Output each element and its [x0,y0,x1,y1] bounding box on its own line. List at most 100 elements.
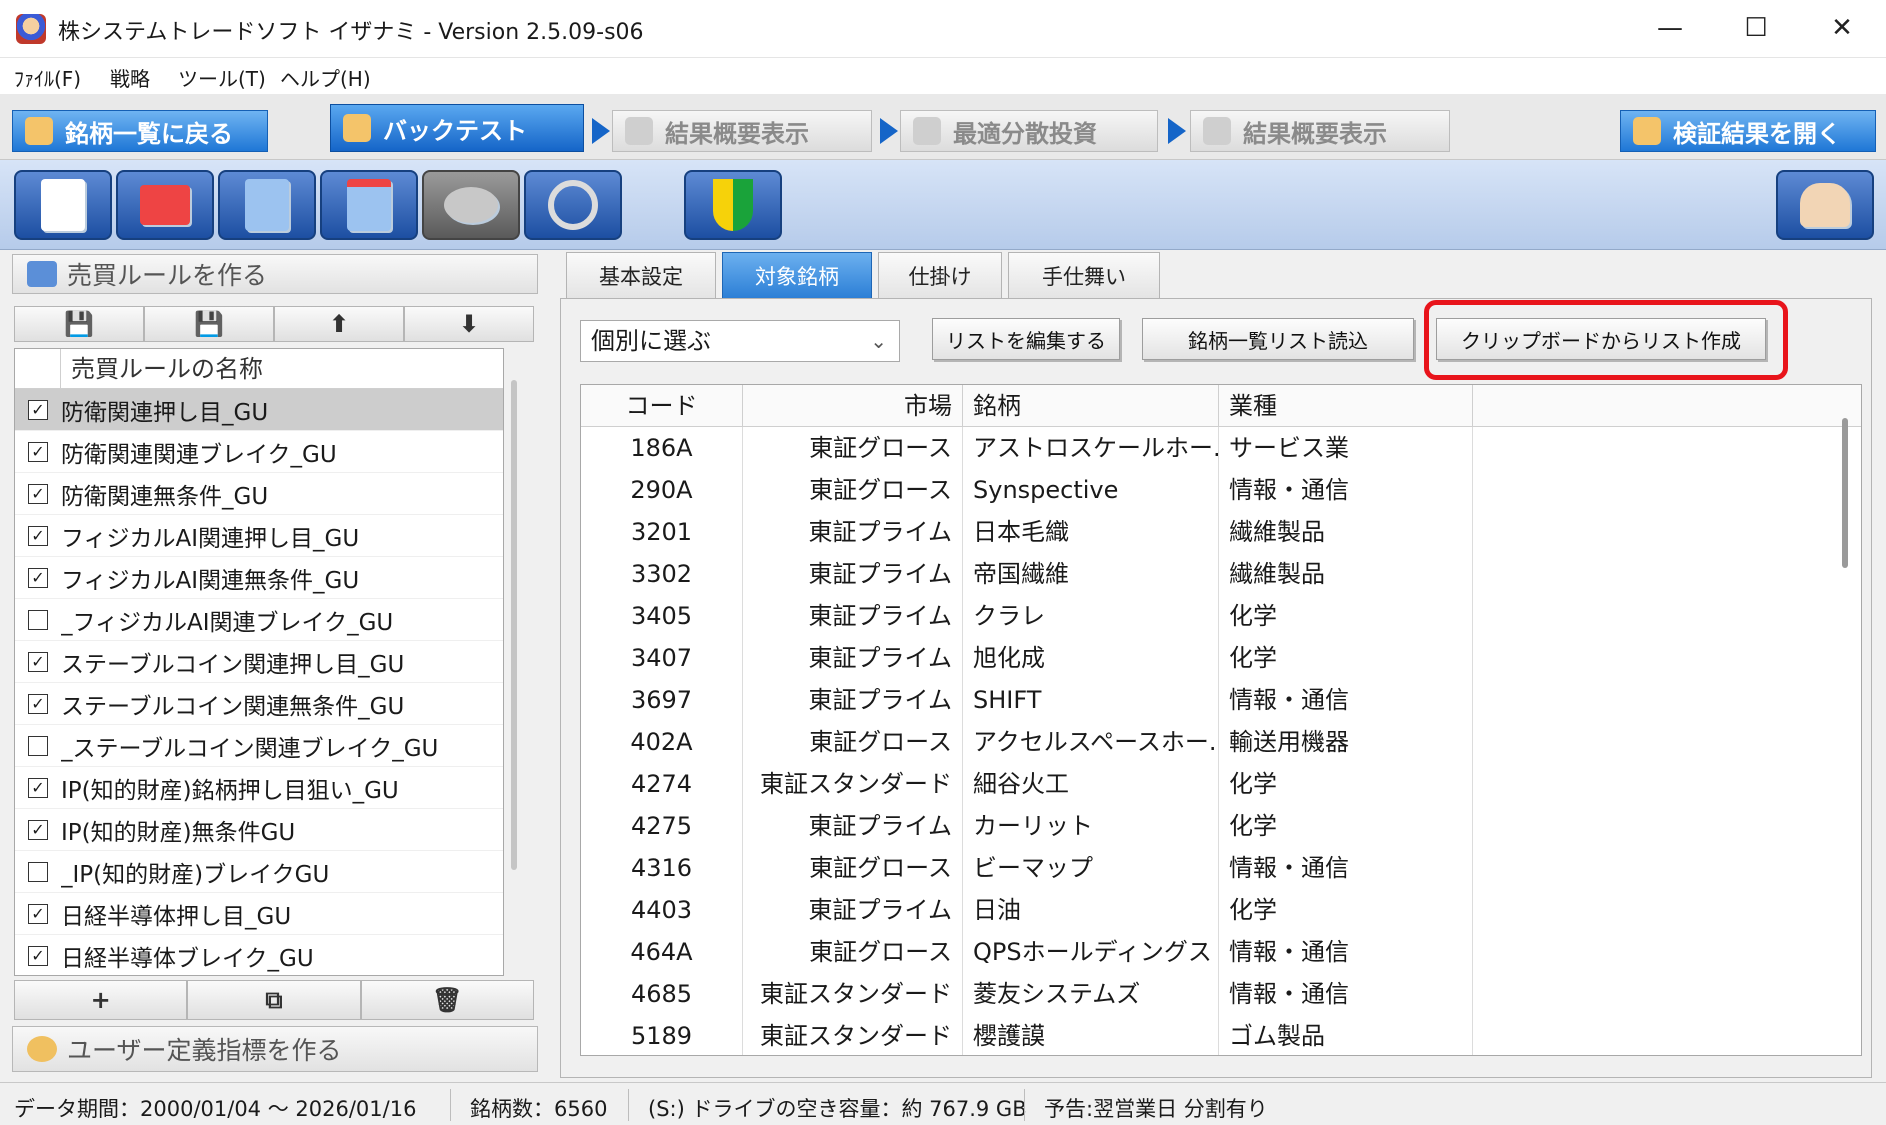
beginner-button[interactable] [684,170,782,240]
rule-checkbox[interactable]: ✓ [28,693,48,714]
save-rule-button[interactable]: 💾 [14,306,144,342]
rule-checkbox[interactable]: ✓ [28,819,48,840]
rule-row[interactable]: ✓ 防衛関連押し目_GU [15,389,503,431]
rule-checkbox[interactable]: ✓ [28,483,48,504]
cell-market: 東証グロース [743,427,963,469]
indicator-panel-header[interactable]: ユーザー定義指標を作る [12,1026,538,1072]
tab-entry[interactable]: 仕掛け [878,252,1002,298]
menu-file[interactable]: ﾌｧｲﾙ(F) [14,63,81,92]
cell-name: SHIFT [963,679,1219,721]
table-scrollbar[interactable] [1842,418,1848,568]
rule-row[interactable]: ✓ 日経半導体押し目_GU [15,893,503,935]
backtest-tab[interactable]: バックテスト [330,104,584,152]
close-button[interactable]: ✕ [1812,6,1872,50]
table-row[interactable]: 4274 東証スタンダード 細谷火工 化学 [581,763,1861,805]
chart-icon [625,117,653,145]
export-button[interactable] [218,170,316,240]
table-row[interactable]: 402A 東証グロース アクセルスペースホー... 輸送用機器 [581,721,1861,763]
cell-code: 4316 [581,847,743,889]
table-row[interactable]: 3405 東証プライム クラレ 化学 [581,595,1861,637]
rule-checkbox[interactable]: ✓ [28,777,48,798]
move-down-button[interactable]: ⬇ [404,306,534,342]
table-row[interactable]: 4403 東証プライム 日油 化学 [581,889,1861,931]
table-row[interactable]: 3302 東証プライム 帝国繊維 繊維製品 [581,553,1861,595]
rule-row[interactable]: ✓ IP(知的財産)無条件GU [15,809,503,851]
menu-strategy[interactable]: 戦略 [110,63,150,92]
rule-row[interactable]: ✓ ステーブルコイン関連押し目_GU [15,641,503,683]
cell-name: 細谷火工 [963,763,1219,805]
rule-checkbox[interactable]: ✓ [28,399,48,420]
rule-row[interactable]: _IP(知的財産)ブレイクGU [15,851,503,893]
back-to-list-tab[interactable]: 銘柄一覧に戻る [12,110,268,152]
edit-list-button[interactable]: リストを編集する [932,318,1120,360]
table-row[interactable]: 464A 東証グロース QPSホールディングス 情報・通信 [581,931,1861,973]
tab-target-stocks[interactable]: 対象銘柄 [722,252,872,298]
move-up-button[interactable]: ⬆ [274,306,404,342]
tab-exit[interactable]: 手仕舞い [1008,252,1160,298]
rule-checkbox[interactable]: ✓ [28,567,48,588]
table-row[interactable]: 4685 東証スタンダード 菱友システムズ 情報・通信 [581,973,1861,1015]
rule-checkbox[interactable] [28,861,48,882]
column-industry[interactable]: 業種 [1219,385,1473,427]
column-code[interactable]: コード [581,385,743,427]
cell-market: 東証プライム [743,595,963,637]
table-row[interactable]: 3697 東証プライム SHIFT 情報・通信 [581,679,1861,721]
rule-row[interactable]: ✓ フィジカルAI関連押し目_GU [15,515,503,557]
table-row[interactable]: 3407 東証プライム 旭化成 化学 [581,637,1861,679]
table-row[interactable]: 5189 東証スタンダード 櫻護謨 ゴム製品 [581,1015,1861,1055]
rule-row[interactable]: ✓ 防衛関連関連ブレイク_GU [15,431,503,473]
tools-button[interactable] [524,170,622,240]
cell-market: 東証グロース [743,721,963,763]
menu-help[interactable]: ヘルプ(H) [280,63,371,92]
minimize-button[interactable]: — [1640,6,1700,50]
computer-button[interactable] [116,170,214,240]
table-row[interactable]: 3201 東証プライム 日本毛織 繊維製品 [581,511,1861,553]
column-market[interactable]: 市場 [743,385,963,427]
rule-list-button-row: + ⧉ 🗑 [14,980,534,1020]
table-row[interactable]: 290A 東証グロース Synspective 情報・通信 [581,469,1861,511]
cell-name: QPSホールディングス [963,931,1219,973]
cell-code: 4274 [581,763,743,805]
open-results-tab[interactable]: 検証結果を開く [1620,110,1876,152]
add-rule-button[interactable]: + [14,980,188,1020]
delete-rule-button[interactable]: 🗑 [360,980,534,1020]
rule-checkbox[interactable]: ✓ [28,945,48,966]
cell-name: 日本毛織 [963,511,1219,553]
read-stock-list-button[interactable]: 銘柄一覧リスト読込 [1142,318,1414,360]
maximize-button[interactable]: ☐ [1726,6,1786,50]
selection-mode-select[interactable]: 個別に選ぶ ⌄ [580,320,900,362]
save-as-rule-button[interactable]: 💾 [144,306,274,342]
rule-row[interactable]: _ステーブルコイン関連ブレイク_GU [15,725,503,767]
rule-row[interactable]: ✓ 防衛関連無条件_GU [15,473,503,515]
rule-checkbox[interactable]: ✓ [28,903,48,924]
result-summary-tab-1[interactable]: 結果概要表示 [612,110,872,152]
rule-checkbox[interactable]: ✓ [28,651,48,672]
rule-checkbox[interactable] [28,735,48,756]
import-button[interactable] [320,170,418,240]
cell-industry: ゴム製品 [1219,1015,1473,1055]
rule-row[interactable]: ✓ 日経半導体ブレイク_GU [15,935,503,975]
rule-checkbox[interactable] [28,609,48,630]
rule-row[interactable]: ✓ フィジカルAI関連無条件_GU [15,557,503,599]
copy-rule-button[interactable]: ⧉ [187,980,361,1020]
rule-row[interactable]: ✓ IP(知的財産)銘柄押し目狙い_GU [15,767,503,809]
rule-panel-header[interactable]: 売買ルールを作る [12,254,538,294]
rule-checkbox[interactable]: ✓ [28,441,48,462]
rule-row[interactable]: _フィジカルAI関連ブレイク_GU [15,599,503,641]
table-row[interactable]: 4316 東証グロース ビーマップ 情報・通信 [581,847,1861,889]
optimal-dispersion-tab[interactable]: 最適分散投資 [900,110,1158,152]
hand-button[interactable] [1776,170,1874,240]
paint-button[interactable] [422,170,520,240]
rule-name: 防衛関連無条件_GU [61,483,269,510]
rule-row[interactable]: ✓ ステーブルコイン関連無条件_GU [15,683,503,725]
rule-list-scrollbar[interactable] [511,380,517,870]
tab-basic-settings[interactable]: 基本設定 [566,252,716,298]
result-summary-tab-2[interactable]: 結果概要表示 [1190,110,1450,152]
column-name[interactable]: 銘柄 [963,385,1219,427]
rule-checkbox[interactable]: ✓ [28,525,48,546]
table-row[interactable]: 4275 東証プライム カーリット 化学 [581,805,1861,847]
new-rule-button[interactable] [14,170,112,240]
table-row[interactable]: 186A 東証グロース アストロスケールホー... サービス業 [581,427,1861,469]
cell-code: 290A [581,469,743,511]
menu-tools[interactable]: ツール(T) [178,63,266,92]
